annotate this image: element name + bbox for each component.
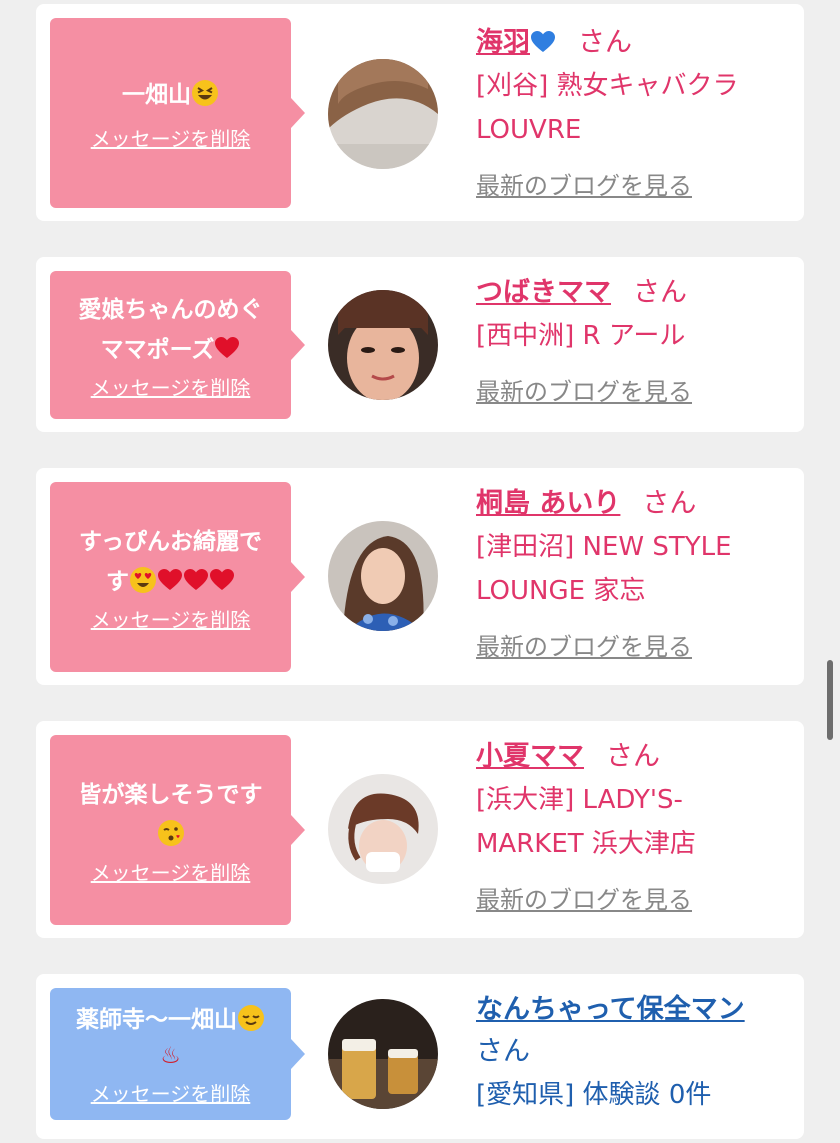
shop-name: [愛知県] 体験談 0件: [476, 1080, 712, 1110]
name-suffix: さん: [642, 488, 697, 519]
message-bubble: 一畑山 メッセージを削除: [50, 18, 305, 208]
red-heart-icon: [184, 568, 208, 590]
blogger-info: 小夏ママ さん [浜大津] LADY'S- MARKET 浜大津店 最新のブログを見…: [476, 736, 786, 915]
blogger-info: なんちゃって保全マン さん [愛知県] 体験談 0件: [476, 989, 786, 1117]
message-card: すっぴんお綺麗です メッセージを削除 桐島 あいり さん [津田沼] NEW ST…: [36, 468, 804, 685]
name-suffix: さん: [476, 1036, 530, 1067]
message-bubble: 愛娘ちゃんのめぐ ママポーズ メッセージを削除: [50, 271, 305, 419]
heart-eyes-emoji-icon: [130, 566, 156, 593]
hot-springs-icon: ♨: [160, 1042, 181, 1069]
shop-name: [刈谷] 熟女キャバクラ LOUVRE: [476, 71, 739, 145]
avatar[interactable]: [328, 59, 438, 169]
blogger-name-link[interactable]: なんちゃって保全マン: [476, 994, 745, 1025]
shop-name: [浜大津] LADY'S- MARKET 浜大津店: [476, 785, 696, 859]
message-text: 一畑山: [122, 75, 219, 115]
delete-message-link[interactable]: メッセージを削除: [91, 123, 251, 152]
avatar[interactable]: [328, 774, 438, 884]
name-suffix: さん: [606, 741, 660, 772]
relieved-face-emoji-icon: [238, 1004, 264, 1031]
message-card: 一畑山 メッセージを削除 海羽 さん [刈谷] 熟女キャバクラ LOUVRE 最新の…: [36, 4, 804, 221]
message-bubble: 薬師寺〜一畑山 ♨ メッセージを削除: [50, 988, 305, 1120]
message-text: 愛娘ちゃんのめぐ ママポーズ: [78, 296, 263, 363]
blogger-name-link[interactable]: つばきママ: [476, 277, 611, 308]
message-text: 薬師寺〜一畑山 ♨: [76, 1002, 265, 1074]
message-card: 愛娘ちゃんのめぐ ママポーズ メッセージを削除 つばきママ さん [西中洲] R ア…: [36, 257, 804, 432]
red-heart-icon: [158, 568, 182, 590]
message-text: すっぴんお綺麗です: [78, 528, 263, 595]
blogger-name-link[interactable]: 小夏ママ: [476, 741, 584, 772]
delete-message-link[interactable]: メッセージを削除: [91, 857, 251, 886]
shop-name: [西中洲] R アール: [476, 321, 686, 351]
avatar[interactable]: [328, 521, 438, 631]
message-text: 皆が楽しそうです: [79, 775, 263, 855]
name-suffix: さん: [633, 277, 687, 308]
delete-message-link[interactable]: メッセージを削除: [91, 372, 251, 401]
delete-message-link[interactable]: メッセージを削除: [91, 604, 251, 633]
message-card: 薬師寺〜一畑山 ♨ メッセージを削除 なんちゃって保全マン さん [愛知県] 体験談…: [36, 974, 804, 1139]
avatar[interactable]: [328, 999, 438, 1109]
latest-blog-link[interactable]: 最新のブログを見る: [476, 372, 692, 407]
blogger-info: つばきママ さん [西中洲] R アール 最新のブログを見る: [476, 272, 786, 407]
blogger-info: 海羽 さん [刈谷] 熟女キャバクラ LOUVRE 最新のブログを見る: [476, 22, 786, 201]
message-bubble: 皆が楽しそうです メッセージを削除: [50, 735, 305, 925]
delete-message-link[interactable]: メッセージを削除: [91, 1078, 251, 1107]
name-suffix: さん: [578, 27, 632, 58]
message-card: 皆が楽しそうです メッセージを削除 小夏ママ さん [浜大津] LADY'S- MA…: [36, 721, 804, 938]
kissing-face-emoji-icon: [157, 819, 184, 846]
red-heart-icon: [210, 568, 234, 590]
red-heart-icon: [215, 336, 240, 358]
latest-blog-link[interactable]: 最新のブログを見る: [476, 627, 692, 662]
latest-blog-link[interactable]: 最新のブログを見る: [476, 166, 692, 201]
scrollbar[interactable]: [827, 660, 833, 740]
blue-heart-icon: [531, 31, 555, 52]
grinning-squint-emoji-icon: [192, 79, 218, 106]
message-bubble: すっぴんお綺麗です メッセージを削除: [50, 482, 305, 672]
blogger-name-link[interactable]: 海羽: [476, 27, 556, 58]
shop-name: [津田沼] NEW STYLE LOUNGE 家忘: [476, 532, 732, 606]
latest-blog-link[interactable]: 最新のブログを見る: [476, 880, 692, 915]
avatar[interactable]: [328, 290, 438, 400]
blogger-info: 桐島 あいり さん [津田沼] NEW STYLE LOUNGE 家忘 最新のブログ…: [476, 483, 786, 662]
blogger-name-link[interactable]: 桐島 あいり: [476, 488, 620, 519]
